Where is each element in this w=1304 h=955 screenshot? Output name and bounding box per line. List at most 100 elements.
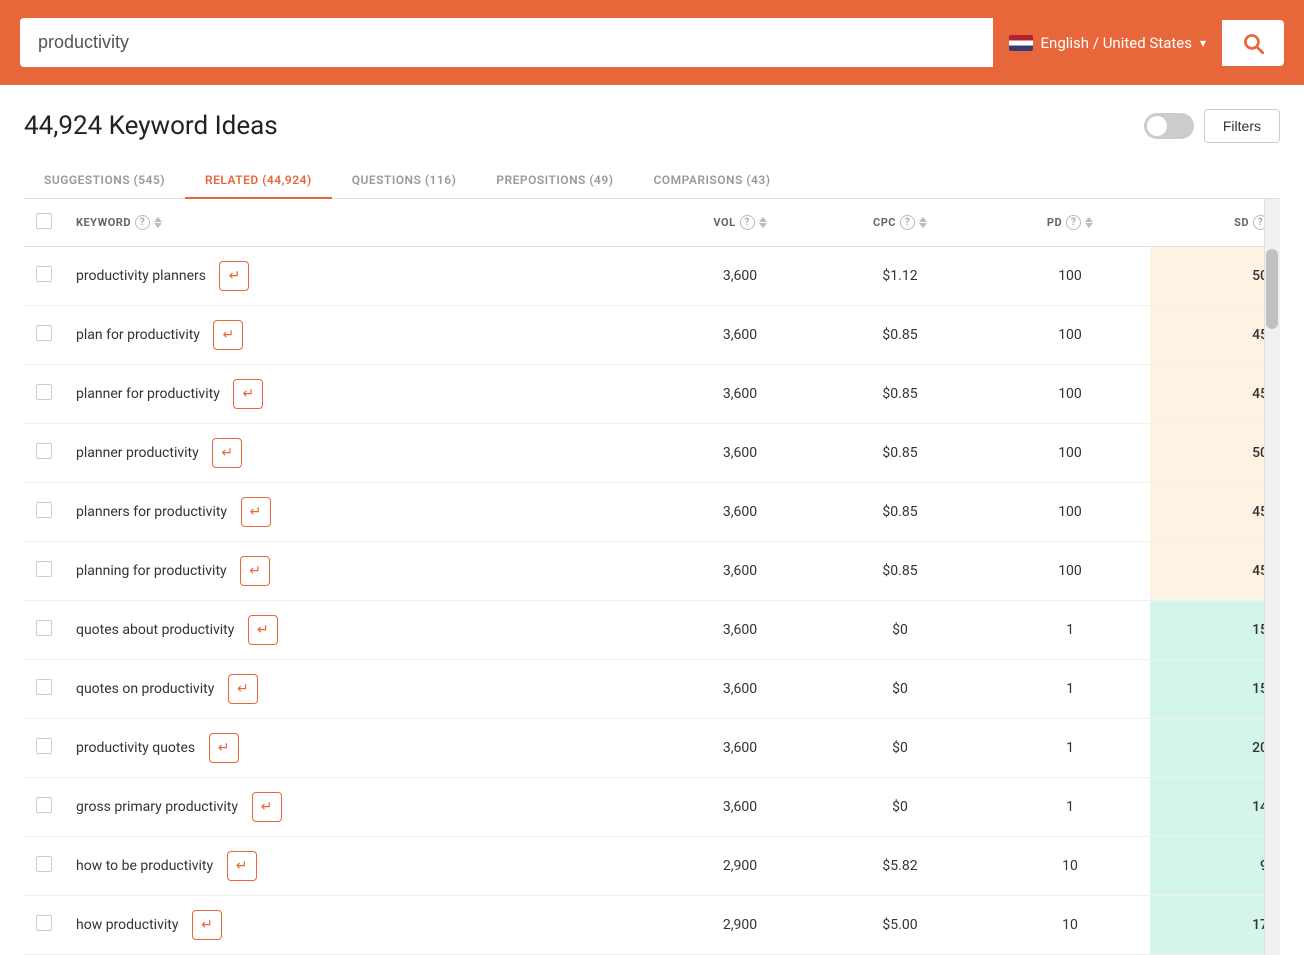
cpc-sort[interactable] bbox=[919, 217, 927, 228]
table-row: plan for productivity ↵ 3,600 $0.85 100 … bbox=[24, 306, 1280, 365]
tab-suggestions[interactable]: SUGGESTIONS (545) bbox=[24, 163, 185, 199]
keyword-link-button[interactable]: ↵ bbox=[233, 379, 263, 409]
filters-button[interactable]: Filters bbox=[1204, 109, 1280, 143]
select-all-checkbox[interactable] bbox=[36, 213, 52, 229]
page-title: 44,924 Keyword Ideas bbox=[24, 111, 278, 141]
row-checkbox[interactable] bbox=[36, 502, 52, 518]
toggle-switch[interactable] bbox=[1144, 113, 1194, 139]
pd-cell: 10 bbox=[990, 896, 1150, 955]
sd-cell: 45 bbox=[1150, 365, 1280, 424]
keyword-link-button[interactable]: ↵ bbox=[212, 438, 242, 468]
cpc-cell: $0 bbox=[810, 719, 990, 778]
keyword-sort[interactable] bbox=[154, 217, 162, 228]
keyword-cell: plan for productivity ↵ bbox=[64, 306, 670, 365]
row-checkbox[interactable] bbox=[36, 915, 52, 931]
keyword-link-button[interactable]: ↵ bbox=[240, 556, 270, 586]
keyword-col-header: KEYWORD ? bbox=[64, 199, 670, 247]
row-checkbox[interactable] bbox=[36, 856, 52, 872]
row-checkbox-cell bbox=[24, 601, 64, 660]
keyword-info-icon[interactable]: ? bbox=[135, 215, 150, 230]
vol-info-icon[interactable]: ? bbox=[740, 215, 755, 230]
cpc-cell: $0.85 bbox=[810, 424, 990, 483]
vol-col-label: VOL bbox=[713, 216, 735, 229]
tabs: SUGGESTIONS (545) RELATED (44,924) QUEST… bbox=[24, 163, 1280, 199]
row-checkbox-cell bbox=[24, 719, 64, 778]
row-checkbox[interactable] bbox=[36, 325, 52, 341]
row-checkbox[interactable] bbox=[36, 620, 52, 636]
table-row: planner for productivity ↵ 3,600 $0.85 1… bbox=[24, 365, 1280, 424]
row-checkbox[interactable] bbox=[36, 443, 52, 459]
search-input[interactable] bbox=[20, 18, 993, 67]
pd-cell: 1 bbox=[990, 719, 1150, 778]
pd-cell: 100 bbox=[990, 424, 1150, 483]
flag-icon bbox=[1009, 35, 1033, 51]
vertical-scrollbar[interactable] bbox=[1264, 199, 1280, 955]
tab-prepositions[interactable]: PREPOSITIONS (49) bbox=[476, 163, 633, 199]
pd-info-icon[interactable]: ? bbox=[1066, 215, 1081, 230]
tab-comparisons[interactable]: COMPARISONS (43) bbox=[633, 163, 790, 199]
keyword-cell: quotes about productivity ↵ bbox=[64, 601, 670, 660]
keyword-link-button[interactable]: ↵ bbox=[192, 910, 222, 940]
row-checkbox-cell bbox=[24, 542, 64, 601]
keyword-cell: gross primary productivity ↵ bbox=[64, 778, 670, 837]
search-bar: English / United States ▾ bbox=[0, 0, 1304, 85]
row-checkbox[interactable] bbox=[36, 738, 52, 754]
vol-cell: 2,900 bbox=[670, 837, 810, 896]
keyword-text: gross primary productivity bbox=[76, 799, 238, 815]
vol-cell: 3,600 bbox=[670, 424, 810, 483]
keyword-cell: planning for productivity ↵ bbox=[64, 542, 670, 601]
vol-cell: 2,900 bbox=[670, 896, 810, 955]
vol-cell: 3,600 bbox=[670, 778, 810, 837]
tab-related[interactable]: RELATED (44,924) bbox=[185, 163, 332, 199]
keyword-link-button[interactable]: ↵ bbox=[241, 497, 271, 527]
keyword-link-button[interactable]: ↵ bbox=[252, 792, 282, 822]
vol-cell: 3,600 bbox=[670, 601, 810, 660]
cpc-cell: $0 bbox=[810, 778, 990, 837]
keyword-text: productivity planners bbox=[76, 268, 206, 284]
language-label: English / United States bbox=[1041, 34, 1192, 52]
row-checkbox[interactable] bbox=[36, 679, 52, 695]
sd-cell: 45 bbox=[1150, 306, 1280, 365]
vol-sort[interactable] bbox=[759, 217, 767, 228]
table-row: how to be productivity ↵ 2,900 $5.82 10 … bbox=[24, 837, 1280, 896]
keyword-link-button[interactable]: ↵ bbox=[213, 320, 243, 350]
cpc-cell: $5.82 bbox=[810, 837, 990, 896]
keyword-link-button[interactable]: ↵ bbox=[248, 615, 278, 645]
keyword-link-button[interactable]: ↵ bbox=[227, 851, 257, 881]
pd-cell: 1 bbox=[990, 660, 1150, 719]
tab-questions[interactable]: QUESTIONS (116) bbox=[332, 163, 477, 199]
vol-cell: 3,600 bbox=[670, 660, 810, 719]
language-selector[interactable]: English / United States ▾ bbox=[993, 20, 1222, 66]
keyword-link-button[interactable]: ↵ bbox=[209, 733, 239, 763]
keyword-cell: planners for productivity ↵ bbox=[64, 483, 670, 542]
cpc-cell: $1.12 bbox=[810, 247, 990, 306]
row-checkbox-cell bbox=[24, 306, 64, 365]
sd-cell: 20 bbox=[1150, 719, 1280, 778]
row-checkbox[interactable] bbox=[36, 384, 52, 400]
table-header: KEYWORD ? VOL ? bbox=[24, 199, 1280, 247]
row-checkbox-cell bbox=[24, 778, 64, 837]
keyword-text: how productivity bbox=[76, 917, 178, 933]
row-checkbox[interactable] bbox=[36, 266, 52, 282]
chevron-down-icon: ▾ bbox=[1200, 36, 1206, 50]
table-row: how productivity ↵ 2,900 $5.00 10 17 bbox=[24, 896, 1280, 955]
table-row: productivity planners ↵ 3,600 $1.12 100 … bbox=[24, 247, 1280, 306]
cpc-col-header: CPC ? bbox=[810, 199, 990, 247]
keywords-table: KEYWORD ? VOL ? bbox=[24, 199, 1280, 955]
cpc-info-icon[interactable]: ? bbox=[900, 215, 915, 230]
keyword-link-button[interactable]: ↵ bbox=[219, 261, 249, 291]
search-button[interactable] bbox=[1222, 20, 1284, 66]
keyword-cell: how to be productivity ↵ bbox=[64, 837, 670, 896]
filters-area: Filters bbox=[1144, 109, 1280, 143]
pd-sort[interactable] bbox=[1085, 217, 1093, 228]
table-row: quotes on productivity ↵ 3,600 $0 1 15 bbox=[24, 660, 1280, 719]
pd-col-header: PD ? bbox=[990, 199, 1150, 247]
vol-cell: 3,600 bbox=[670, 719, 810, 778]
sd-cell: 50 bbox=[1150, 424, 1280, 483]
row-checkbox[interactable] bbox=[36, 797, 52, 813]
pd-cell: 10 bbox=[990, 837, 1150, 896]
sd-col-label: SD bbox=[1234, 216, 1249, 229]
sd-cell: 15 bbox=[1150, 601, 1280, 660]
keyword-link-button[interactable]: ↵ bbox=[228, 674, 258, 704]
row-checkbox[interactable] bbox=[36, 561, 52, 577]
